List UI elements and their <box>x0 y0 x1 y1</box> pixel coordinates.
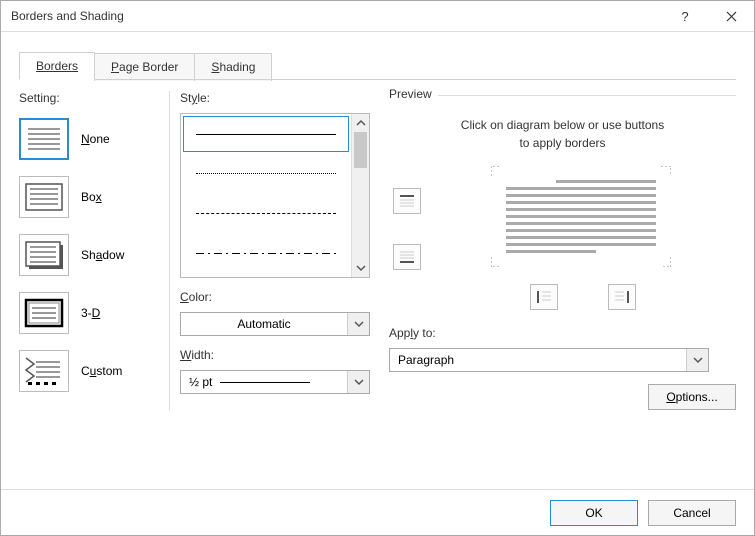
close-icon <box>726 11 737 22</box>
width-combo-button[interactable] <box>347 371 369 393</box>
border-right-button[interactable] <box>608 284 636 310</box>
scroll-thumb[interactable] <box>354 132 367 168</box>
borders-shading-dialog: Borders and Shading ? Borders Page Borde… <box>0 0 755 536</box>
help-button[interactable]: ? <box>662 1 708 32</box>
corner-tl-icon <box>491 166 501 176</box>
tab-bar: Borders Page Border Shading <box>19 52 754 80</box>
preview-diagram[interactable] <box>425 166 736 270</box>
style-item-solid[interactable] <box>183 116 349 152</box>
width-combo[interactable]: ½ pt <box>180 370 370 394</box>
width-value: ½ pt <box>189 375 212 389</box>
chevron-down-icon <box>356 263 366 273</box>
ok-button[interactable]: OK <box>550 500 638 526</box>
style-item-dotted[interactable] <box>181 154 351 194</box>
style-item-dash-dot[interactable] <box>181 234 351 274</box>
close-button[interactable] <box>708 1 754 32</box>
corner-br-icon <box>661 257 671 267</box>
style-column: Style: Color: Automatic Widt <box>169 91 379 410</box>
setting-option-box[interactable]: Box <box>19 171 169 223</box>
preview-area <box>389 166 736 270</box>
setting-box-icon <box>19 176 69 218</box>
scroll-up-button[interactable] <box>352 114 369 132</box>
apply-to-row: Apply to: Paragraph Options... <box>389 326 736 410</box>
setting-box-label: Box <box>81 190 102 204</box>
color-combo-button[interactable] <box>347 313 369 335</box>
corner-tr-icon <box>661 166 671 176</box>
preview-paragraph <box>506 180 656 253</box>
color-value: Automatic <box>181 317 347 331</box>
border-top-icon <box>398 193 416 209</box>
cancel-button[interactable]: Cancel <box>648 500 736 526</box>
tab-page-border[interactable]: Page Border <box>94 53 195 81</box>
options-label: Options... <box>666 390 717 404</box>
tab-label: Page Border <box>111 60 178 74</box>
tab-shading[interactable]: Shading <box>194 53 272 81</box>
chevron-up-icon <box>356 118 366 128</box>
tab-label: Shading <box>211 60 255 74</box>
setting-shadow-icon <box>19 234 69 276</box>
setting-column: Setting: None Box Shadow <box>19 91 169 410</box>
setting-option-custom[interactable]: Custom <box>19 345 169 397</box>
apply-to-combo-button[interactable] <box>686 349 708 371</box>
style-scrollbar[interactable] <box>351 114 369 277</box>
style-items <box>181 114 351 277</box>
preview-side-buttons <box>389 166 425 270</box>
border-left-button[interactable] <box>530 284 558 310</box>
preview-fieldset: Preview Click on diagram below or use bu… <box>389 95 736 310</box>
tab-label: Borders <box>36 59 78 73</box>
preview-legend: Preview <box>389 87 438 101</box>
color-combo[interactable]: Automatic <box>180 312 370 336</box>
cancel-label: Cancel <box>673 506 710 520</box>
setting-none-label: None <box>81 132 110 146</box>
window-title: Borders and Shading <box>11 9 662 23</box>
setting-none-icon <box>19 118 69 160</box>
tab-borders[interactable]: Borders <box>19 52 95 80</box>
style-label: Style: <box>180 91 379 105</box>
width-sample-line <box>220 382 310 383</box>
options-button[interactable]: Options... <box>648 384 736 410</box>
setting-3d-icon <box>19 292 69 334</box>
border-left-icon <box>535 289 553 305</box>
setting-custom-label: Custom <box>81 364 122 378</box>
corner-bl-icon <box>491 257 501 267</box>
chevron-down-icon <box>693 355 703 365</box>
style-listbox[interactable] <box>180 113 370 278</box>
border-right-icon <box>613 289 631 305</box>
border-bottom-icon <box>398 249 416 265</box>
border-top-button[interactable] <box>393 188 421 214</box>
ok-label: OK <box>585 506 602 520</box>
setting-option-none[interactable]: None <box>19 113 169 165</box>
setting-option-shadow[interactable]: Shadow <box>19 229 169 281</box>
chevron-down-icon <box>354 377 364 387</box>
color-label: Color: <box>180 290 379 304</box>
preview-column: Preview Click on diagram below or use bu… <box>389 91 736 410</box>
setting-custom-icon <box>19 350 69 392</box>
scroll-track[interactable] <box>352 132 369 259</box>
style-item-dashed-fine[interactable] <box>181 194 351 234</box>
width-label: Width: <box>180 348 379 362</box>
border-bottom-button[interactable] <box>393 244 421 270</box>
apply-to-combo[interactable]: Paragraph <box>389 348 709 372</box>
scroll-down-button[interactable] <box>352 259 369 277</box>
apply-to-label: Apply to: <box>389 326 736 340</box>
setting-shadow-label: Shadow <box>81 248 124 262</box>
setting-label: Setting: <box>19 91 169 105</box>
dialog-footer: OK Cancel <box>1 489 754 535</box>
width-value-wrap: ½ pt <box>181 375 347 389</box>
preview-bottom-buttons <box>429 284 736 310</box>
setting-3d-label: 3-D <box>81 306 100 320</box>
chevron-down-icon <box>354 319 364 329</box>
tab-divider <box>19 79 736 80</box>
apply-to-value: Paragraph <box>390 353 686 367</box>
titlebar: Borders and Shading ? <box>1 1 754 32</box>
setting-option-3d[interactable]: 3-D <box>19 287 169 339</box>
preview-hint: Click on diagram below or use buttonsto … <box>389 116 736 152</box>
